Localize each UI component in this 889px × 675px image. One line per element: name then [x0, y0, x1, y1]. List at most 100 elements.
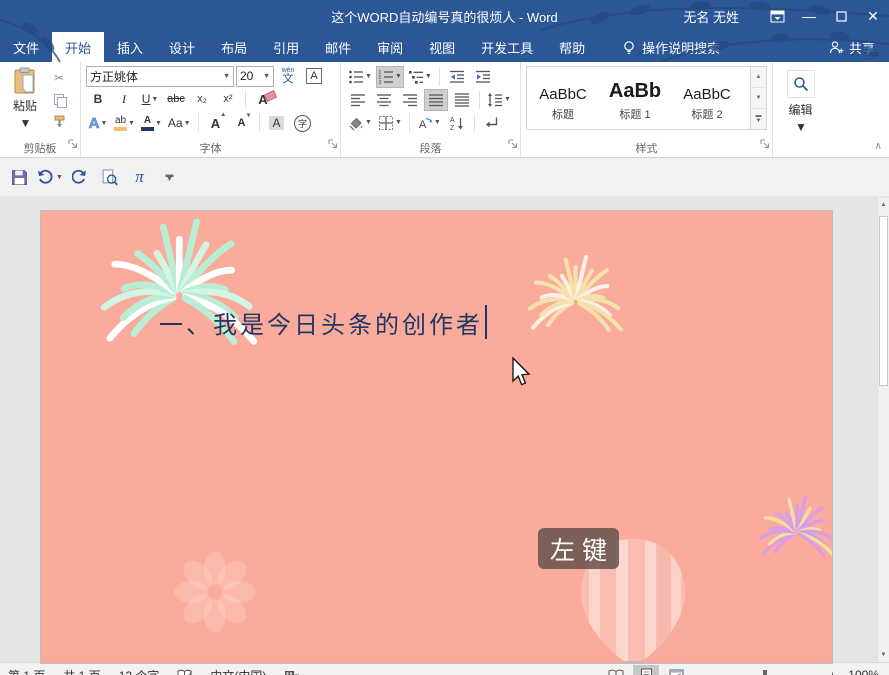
strikethrough-button[interactable]: abc	[164, 88, 188, 110]
close-button[interactable]: ✕	[857, 0, 889, 32]
subscript-button[interactable]: x₂	[190, 88, 214, 110]
zoom-out-button[interactable]: −	[693, 668, 701, 675]
enclose-characters-button[interactable]: 字	[291, 112, 315, 134]
clear-formatting-button[interactable]: A	[251, 88, 275, 110]
zoom-percentage[interactable]: 100%	[848, 668, 879, 675]
bullets-button[interactable]: ▼	[346, 66, 374, 88]
scroll-up-button[interactable]: ▲	[878, 198, 889, 212]
tab-插入[interactable]: 插入	[104, 32, 156, 62]
character-border-button[interactable]: A	[302, 65, 326, 87]
print-layout-view-button[interactable]	[633, 665, 659, 675]
page-number-status[interactable]: 第 1 页	[8, 667, 45, 675]
editing-button[interactable]: 编辑 ▼	[778, 65, 823, 134]
minimize-button[interactable]: —	[793, 0, 825, 32]
paste-dropdown-arrow[interactable]: ▼	[20, 116, 32, 130]
font-name-combo[interactable]: 方正姚体▼	[86, 66, 234, 87]
undo-dropdown-arrow[interactable]: ▼	[56, 174, 63, 181]
underline-button[interactable]: U▼	[138, 88, 162, 110]
italic-button[interactable]: I	[112, 88, 136, 110]
tab-邮件[interactable]: 邮件	[312, 32, 364, 62]
numbering-button[interactable]: 123▼	[376, 66, 404, 88]
distribute-icon	[454, 92, 470, 108]
asian-layout-button[interactable]: A▼	[415, 112, 443, 134]
style-gallery-up-button[interactable]: ▲	[751, 67, 766, 88]
document-canvas[interactable]: 一、我是今日头条的创作者 左键 ▲ ▼	[0, 196, 889, 662]
clipboard-dialog-launcher[interactable]	[68, 136, 78, 154]
undo-button[interactable]: ▼	[36, 164, 63, 191]
ribbon-display-options-button[interactable]	[761, 0, 793, 32]
styles-dialog-launcher[interactable]	[760, 136, 770, 154]
shrink-font-button[interactable]: A▼	[230, 112, 254, 134]
numbering-icon: 123	[378, 69, 394, 85]
grow-font-button[interactable]: A▲	[204, 112, 228, 134]
bold-button[interactable]: B	[86, 88, 110, 110]
maximize-button[interactable]	[825, 0, 857, 32]
increase-indent-button[interactable]	[471, 66, 495, 88]
multilevel-list-button[interactable]: ▼	[406, 66, 434, 88]
highlight-color-button[interactable]: ab▼	[112, 112, 137, 134]
borders-button[interactable]: ▼	[376, 112, 404, 134]
tab-视图[interactable]: 视图	[416, 32, 468, 62]
tab-开发工具[interactable]: 开发工具	[468, 32, 546, 62]
web-layout-view-button[interactable]	[663, 665, 689, 675]
scroll-down-button[interactable]: ▼	[878, 648, 889, 662]
language-status[interactable]: 中文(中国)	[210, 667, 266, 675]
style-item-标题[interactable]: AaBbC标题	[527, 67, 599, 129]
paste-button[interactable]: 粘贴 ▼	[5, 65, 45, 141]
style-item-标题 2[interactable]: AaBbC标题 2	[671, 67, 743, 129]
align-center-button[interactable]	[372, 89, 396, 111]
vertical-scrollbar[interactable]: ▲ ▼	[877, 198, 889, 662]
word-count-status[interactable]: 12 个字	[119, 667, 160, 675]
distribute-button[interactable]	[450, 89, 474, 111]
phonetic-guide-button[interactable]: wén文	[276, 65, 300, 87]
ime-status-button[interactable]	[284, 670, 299, 675]
collapse-ribbon-button[interactable]: ∧	[875, 141, 882, 152]
tab-审阅[interactable]: 审阅	[364, 32, 416, 62]
font-color-button[interactable]: A▼	[139, 112, 164, 134]
signed-in-user[interactable]: 无名 无姓	[683, 7, 739, 26]
cut-button[interactable]: ✂	[47, 68, 71, 87]
format-painter-button[interactable]	[47, 112, 71, 131]
zoom-slider-thumb[interactable]	[763, 670, 767, 675]
style-gallery-down-button[interactable]: ▼	[751, 88, 766, 109]
show-marks-button[interactable]	[480, 112, 504, 134]
character-shading-button[interactable]: A	[265, 112, 289, 134]
scrollbar-thumb[interactable]	[879, 216, 888, 386]
align-left-button[interactable]	[346, 89, 370, 111]
tab-开始[interactable]: 开始	[52, 32, 104, 62]
tab-引用[interactable]: 引用	[260, 32, 312, 62]
font-size-value: 20	[240, 69, 253, 83]
tell-me-search[interactable]: 操作说明搜索	[612, 32, 730, 62]
print-preview-button[interactable]	[96, 164, 123, 191]
justify-button[interactable]	[424, 89, 448, 111]
zoom-in-button[interactable]: +	[829, 668, 837, 675]
share-button[interactable]: 共享	[815, 32, 889, 62]
font-dialog-launcher[interactable]	[328, 136, 338, 154]
shading-button[interactable]: ▼	[346, 112, 374, 134]
change-case-button[interactable]: Aa▼	[166, 112, 193, 134]
redo-button[interactable]	[66, 164, 93, 191]
tab-布局[interactable]: 布局	[208, 32, 260, 62]
style-item-标题 1[interactable]: AaBb标题 1	[599, 67, 671, 129]
equation-button[interactable]: π	[126, 164, 153, 191]
read-mode-view-button[interactable]	[603, 665, 629, 675]
total-pages-status[interactable]: 共 1 页	[63, 667, 100, 675]
proofing-status-button[interactable]	[177, 669, 192, 675]
decrease-indent-button[interactable]	[445, 66, 469, 88]
copy-button[interactable]	[47, 90, 71, 109]
superscript-button[interactable]: x²	[216, 88, 240, 110]
document-page[interactable]: 一、我是今日头条的创作者 左键	[40, 210, 833, 664]
line-spacing-button[interactable]: ▼	[485, 89, 513, 111]
save-button[interactable]	[6, 164, 33, 191]
align-right-button[interactable]	[398, 89, 422, 111]
document-heading[interactable]: 一、我是今日头条的创作者	[159, 305, 487, 340]
font-size-combo[interactable]: 20▼	[236, 66, 274, 87]
sort-button[interactable]: AZ	[445, 112, 469, 134]
style-gallery-more-button[interactable]: ▬▼	[751, 109, 766, 129]
text-effects-button[interactable]: A▼	[86, 112, 110, 134]
qat-customize-button[interactable]: ▬▼	[156, 164, 183, 191]
tab-file[interactable]: 文件	[0, 32, 52, 62]
tab-设计[interactable]: 设计	[156, 32, 208, 62]
tab-帮助[interactable]: 帮助	[546, 32, 598, 62]
paragraph-dialog-launcher[interactable]	[508, 136, 518, 154]
